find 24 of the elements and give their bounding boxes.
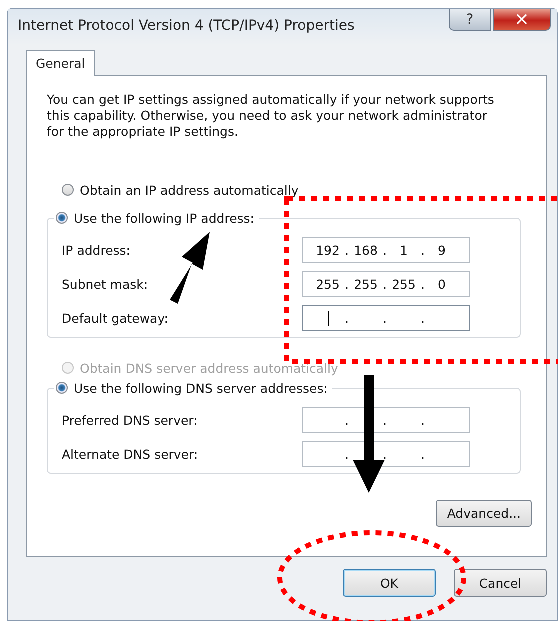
field-label: Subnet mask:	[62, 276, 148, 292]
cancel-button[interactable]: Cancel	[454, 569, 547, 597]
ip-address-field[interactable]: . . .	[302, 305, 470, 331]
ip-address-field[interactable]: 255 . 255 . 255 . 0	[302, 271, 470, 297]
field-label: Preferred DNS server:	[62, 412, 198, 428]
radio-option[interactable]: Obtain an IP address automatically	[62, 180, 532, 200]
pointer-arrow	[170, 232, 210, 304]
tab[interactable]: General	[26, 50, 96, 76]
help-button[interactable]: ?	[449, 9, 491, 31]
description-text: You can get IP settings assigned automatically if your network supports this capability. Otherwise, you need to ask your network administrator for the appropriate IP settings.	[47, 92, 496, 140]
radio-button[interactable]	[56, 212, 68, 224]
close-button[interactable]: ×	[493, 9, 551, 31]
ok-button[interactable]: OK	[343, 569, 436, 597]
radio-option: Obtain DNS server address automatically	[62, 358, 532, 378]
radio-button[interactable]	[56, 382, 68, 394]
field-label: IP address:	[62, 242, 131, 258]
ip-address-field[interactable]: . . .	[302, 441, 470, 467]
advanced-button[interactable]: Advanced...	[436, 500, 532, 527]
ip-address-field[interactable]: 192 . 168 . 1 . 9	[302, 237, 470, 263]
field-label: Default gateway:	[62, 310, 168, 326]
radio-button[interactable]	[62, 184, 74, 196]
ip-address-field[interactable]: . . .	[302, 407, 470, 433]
field-label: Alternate DNS server:	[62, 446, 198, 462]
window-title: Internet Protocol Version 4 (TCP/IPv4) Properties	[17, 17, 355, 34]
